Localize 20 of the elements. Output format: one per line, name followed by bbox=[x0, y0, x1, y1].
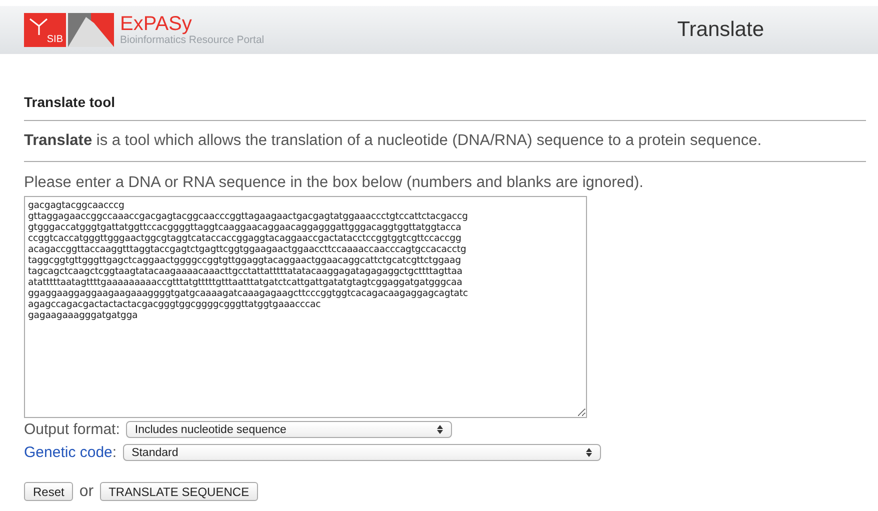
section-heading: Translate tool bbox=[24, 94, 116, 110]
stepper-icon bbox=[586, 448, 592, 457]
option-link[interactable]: Genetic code bbox=[24, 444, 112, 461]
dropdown[interactable]: Includes nucleotide sequence bbox=[126, 421, 452, 438]
stepper-icon bbox=[436, 425, 443, 434]
translate-button[interactable]: TRANSLATE SEQUENCE bbox=[100, 482, 258, 501]
option-label: Output format bbox=[24, 421, 116, 438]
sequence-input[interactable]: gacgagtacggcaacccg gttaggagaaccggccaaaccgacgagtacggcaacccggttagaagaactgacgagtatggaaaccctgtccattctacgaccg gtgggaccatgggtgattatggttccacggggttaggtcaaggaacaggaacaggagggattgggacaggtggttatggtacca ccggtcaccatgggttgggaactggcgtaggtcataccaccggaggtacaggaaccgactatacctccggtggtcgttccaccgg acagaccggttaccaaggtttaggtaccgagtctgagttcggtggaagaactggaaccttccaaaaccaacccagtgccacacctg taggcggtgttgggttgagctcaggaactggggccggtgttggaggtacaggaactggaacaggcattctgcatcgttctggaag tagcagctcaagctcggtaagtatacaagaaaacaaacttgcctattatttttatatacaaggagatagagaggctgcttttagttaa atatttttaatagttttgaaaaaaaaaccgtttatgtttttgtttaatttatgatctcattgattgatatgtagtcggaggatgatgggcaa ggaggaaggaggaagaagaaaggggtgatgcaaaagatcaaagagaagcttcccggtggtcacagacaagaggagcagtatc agagccagacgactactactacgacgggtggcggggcgggttatggtgaaacccac gagaagaaagggatgatgga bbox=[24, 196, 587, 418]
sib-badge: SIB bbox=[24, 13, 66, 47]
description-text: Translate is a tool which allows the translation of a nucleotide (DNA/RNA) sequence to a protein sequence. bbox=[24, 132, 763, 150]
mountain-icon bbox=[68, 13, 114, 47]
logo-name[interactable]: ExPASy bbox=[120, 14, 264, 34]
dropdown[interactable]: Standard bbox=[122, 444, 601, 461]
or-text: or bbox=[79, 482, 94, 500]
colon-text: : bbox=[116, 421, 120, 438]
colon-text: : bbox=[112, 444, 117, 461]
reset-button[interactable]: Reset bbox=[24, 482, 74, 501]
logo-subtitle: Bioinformatics Resource Portal bbox=[120, 34, 264, 46]
instruction-text: Please enter a DNA or RNA sequence in the box below (numbers and blanks are ignored). bbox=[24, 174, 644, 192]
page-title: Translate bbox=[677, 18, 764, 42]
